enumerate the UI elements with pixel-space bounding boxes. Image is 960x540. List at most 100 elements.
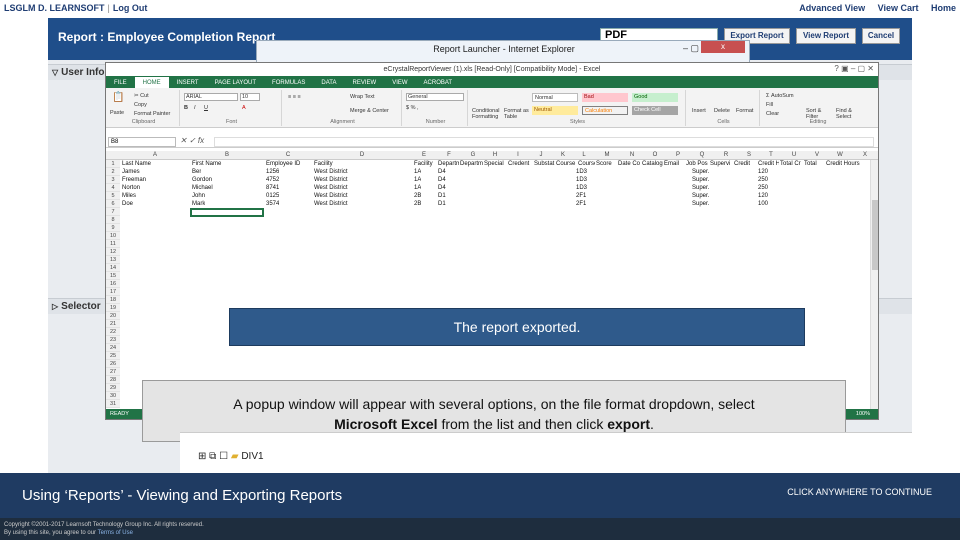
data-cell[interactable]: Doe <box>122 200 133 208</box>
column-header[interactable]: X <box>852 151 878 160</box>
italic-icon[interactable]: I <box>194 105 196 111</box>
data-cell[interactable]: Super. <box>692 200 709 208</box>
data-cell[interactable]: 0125 <box>266 192 279 200</box>
data-cell[interactable]: 2F1 <box>576 192 586 200</box>
row-header[interactable]: 3 <box>106 176 120 184</box>
row-header[interactable]: 26 <box>106 360 120 368</box>
column-header[interactable]: C <box>264 151 312 160</box>
insert-cells-button[interactable]: Insert <box>692 108 706 114</box>
spreadsheet-grid[interactable]: ABCDEFGHIJKLMNOPQRSTUVWX 1 2 3 4 5 6 7 8 9 10 11 12… <box>106 151 878 409</box>
data-cell[interactable]: Super. <box>692 192 709 200</box>
fill-button[interactable]: Fill <box>766 102 773 108</box>
window-controls[interactable]: – ▢ <box>683 43 699 54</box>
continue-link[interactable]: CLICK ANYWHERE TO CONTINUE <box>787 487 932 497</box>
column-header[interactable]: G <box>462 151 484 160</box>
delete-cells-button[interactable]: Delete <box>714 108 730 114</box>
formula-input[interactable] <box>214 137 874 147</box>
tree-item[interactable]: ⊞ ⧉ ☐ ▰ DIV1 <box>198 451 264 462</box>
header-cell[interactable]: Total Cr <box>780 160 803 168</box>
row-header[interactable]: 19 <box>106 304 120 312</box>
column-header[interactable]: Q <box>690 151 714 160</box>
bold-icon[interactable]: B <box>184 105 188 111</box>
header-cell[interactable]: Departm <box>460 160 483 168</box>
column-header[interactable]: E <box>412 151 436 160</box>
column-header[interactable]: K <box>552 151 574 160</box>
format-cells-button[interactable]: Format <box>736 108 753 114</box>
copy-button[interactable]: Copy <box>134 102 147 108</box>
data-cell[interactable]: 1D3 <box>576 176 587 184</box>
data-cell[interactable]: D4 <box>438 168 446 176</box>
column-header[interactable]: T <box>760 151 782 160</box>
column-header[interactable]: N <box>620 151 644 160</box>
header-cell[interactable]: Facility <box>314 160 413 168</box>
row-header[interactable]: 15 <box>106 272 120 280</box>
data-cell[interactable]: 1D3 <box>576 184 587 192</box>
data-cell[interactable]: 8741 <box>266 184 279 192</box>
selected-cell[interactable] <box>190 208 264 217</box>
header-cell[interactable]: Employee ID <box>266 160 313 168</box>
data-cell[interactable]: 250 <box>758 176 768 184</box>
header-cell[interactable]: Supervi <box>710 160 733 168</box>
data-cell[interactable]: 250 <box>758 184 768 192</box>
header-cell[interactable]: Facility <box>414 160 437 168</box>
row-header[interactable]: 1 <box>106 160 120 168</box>
column-header[interactable]: S <box>738 151 760 160</box>
autosum-button[interactable]: Σ AutoSum <box>766 93 794 99</box>
column-header[interactable]: V <box>806 151 828 160</box>
header-cell[interactable]: Total <box>804 160 825 168</box>
cut-button[interactable]: ✂ Cut <box>134 93 149 99</box>
name-box[interactable]: B8 <box>108 137 176 147</box>
view-cart-link[interactable]: View Cart <box>878 3 919 13</box>
row-header[interactable]: 22 <box>106 328 120 336</box>
row-header[interactable]: 31 <box>106 400 120 408</box>
clear-button[interactable]: Clear <box>766 111 779 117</box>
style-neutral[interactable]: Neutral <box>532 106 578 115</box>
row-header[interactable]: 16 <box>106 280 120 288</box>
data-cell[interactable]: John <box>192 192 205 200</box>
data-cell[interactable]: Norton <box>122 184 140 192</box>
header-cell[interactable]: Date Co <box>618 160 641 168</box>
row-header[interactable]: 18 <box>106 296 120 304</box>
row-header[interactable]: 20 <box>106 312 120 320</box>
data-cell[interactable]: 100 <box>758 200 768 208</box>
data-cell[interactable]: 1256 <box>266 168 279 176</box>
row-header[interactable]: 5 <box>106 192 120 200</box>
style-normal[interactable]: Normal <box>532 93 578 102</box>
home-link[interactable]: Home <box>931 3 956 13</box>
style-good[interactable]: Good <box>632 93 678 102</box>
column-header[interactable]: B <box>190 151 264 160</box>
row-header[interactable]: 24 <box>106 344 120 352</box>
row-header[interactable]: 12 <box>106 248 120 256</box>
paste-icon[interactable]: 📋 <box>112 92 124 103</box>
wrap-text-button[interactable]: Wrap Text <box>350 94 375 100</box>
column-header[interactable]: W <box>828 151 852 160</box>
slide-footer[interactable]: Using ‘Reports’ - Viewing and Exporting … <box>0 473 960 518</box>
brand-logo[interactable]: LSGLM D. LEARNSOFT | Log Out <box>4 3 147 13</box>
data-cell[interactable]: James <box>122 168 140 176</box>
row-header[interactable]: 4 <box>106 184 120 192</box>
data-cell[interactable]: 2F1 <box>576 200 586 208</box>
column-header[interactable]: F <box>436 151 462 160</box>
data-cell[interactable]: 1D3 <box>576 168 587 176</box>
excel-window-controls[interactable]: ? ▣ – ▢ ✕ <box>834 64 874 73</box>
data-cell[interactable]: West District <box>314 200 348 208</box>
font-size-select[interactable]: 10 <box>240 93 260 101</box>
checkbox[interactable]: ☐ <box>219 451 228 462</box>
data-cell[interactable]: Super. <box>692 184 709 192</box>
data-cell[interactable]: 1A <box>414 184 421 192</box>
row-header[interactable]: 25 <box>106 352 120 360</box>
data-cell[interactable]: Gordon <box>192 176 212 184</box>
row-header[interactable]: 9 <box>106 224 120 232</box>
ie-close-button[interactable]: x <box>701 41 745 53</box>
data-cell[interactable]: D1 <box>438 192 446 200</box>
data-cell[interactable]: West District <box>314 192 348 200</box>
data-cell[interactable]: 3574 <box>266 200 279 208</box>
style-check-cell[interactable]: Check Cell <box>632 106 678 115</box>
data-cell[interactable]: D4 <box>438 184 446 192</box>
data-cell[interactable]: 1A <box>414 176 421 184</box>
header-cell[interactable]: Email <box>664 160 685 168</box>
row-header[interactable]: 29 <box>106 384 120 392</box>
header-cell[interactable]: Special <box>484 160 507 168</box>
advanced-view-link[interactable]: Advanced View <box>799 3 865 13</box>
column-header[interactable]: H <box>484 151 506 160</box>
